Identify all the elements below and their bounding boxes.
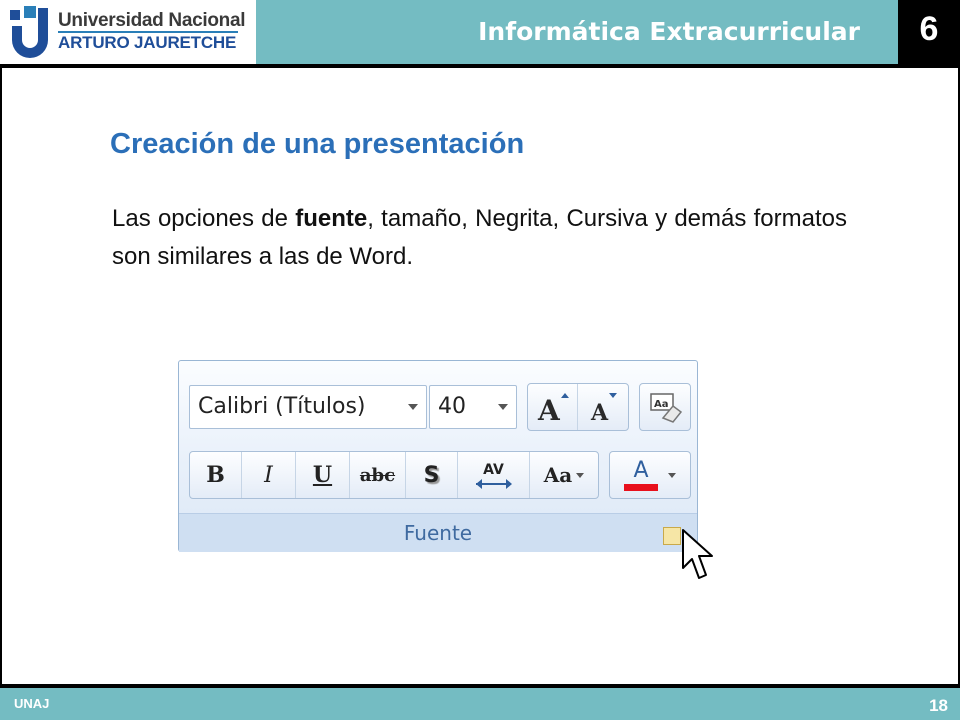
unaj-logo-icon <box>10 6 48 58</box>
logo-university-name: Universidad Nacional <box>58 10 246 31</box>
clear-formatting-button[interactable]: Aa <box>640 384 690 430</box>
font-color-label: A <box>633 458 649 483</box>
slide-title: Creación de una presentación <box>110 128 525 160</box>
font-name-combo[interactable]: Calibri (Títulos) <box>189 385 427 429</box>
svg-text:A: A <box>537 394 561 424</box>
chevron-down-icon[interactable] <box>576 472 585 478</box>
eraser-icon: Aa <box>650 393 683 423</box>
font-color-bar <box>624 484 658 491</box>
font-color-group: A <box>609 451 691 499</box>
font-ribbon-group: Calibri (Títulos) 40 A A Aa B I U abc S … <box>178 360 698 552</box>
grow-font-button[interactable]: A <box>528 384 578 430</box>
frame-left-border <box>0 64 2 684</box>
strikethrough-label: abc <box>359 464 396 486</box>
font-size-combo[interactable]: 40 <box>429 385 517 429</box>
grow-font-icon: A <box>537 393 569 424</box>
strikethrough-button[interactable]: abc <box>350 452 406 498</box>
footer-institution: UNAJ <box>14 696 50 711</box>
italic-button[interactable]: I <box>242 452 296 498</box>
italic-label: I <box>264 462 273 488</box>
dialog-launcher-icon[interactable] <box>663 527 681 545</box>
text-shadow-label: S <box>423 462 440 488</box>
bold-label: B <box>206 462 225 488</box>
clear-format-group: Aa <box>639 383 691 431</box>
slide: Universidad Nacional ARTURO JAURETCHE In… <box>0 0 960 720</box>
page-number: 18 <box>929 696 948 715</box>
shrink-font-icon: A <box>590 393 617 424</box>
text-shadow-button[interactable]: S <box>406 452 458 498</box>
bold-button[interactable]: B <box>190 452 242 498</box>
header-bar: Universidad Nacional ARTURO JAURETCHE In… <box>0 0 960 68</box>
body-text-part1: Las opciones de <box>112 205 296 232</box>
font-color-button[interactable]: A <box>610 452 690 498</box>
logo-university-subtitle: ARTURO JAURETCHE <box>58 33 237 52</box>
ribbon-group-label: Fuente <box>403 521 473 545</box>
svg-text:Aa: Aa <box>654 399 669 410</box>
university-logo: Universidad Nacional ARTURO JAURETCHE <box>0 0 256 64</box>
chevron-down-icon[interactable] <box>668 472 676 478</box>
unit-number: 6 <box>919 10 939 48</box>
body-text-bold: fuente <box>295 205 368 232</box>
grow-shrink-font-group: A A <box>527 383 629 431</box>
course-title: Informática Extracurricular <box>478 17 860 46</box>
course-title-band: Informática Extracurricular <box>256 0 898 64</box>
font-color-swatch: A <box>624 459 658 491</box>
double-arrow-icon <box>475 479 512 489</box>
change-case-label: Aa <box>543 463 573 487</box>
character-spacing-button[interactable]: AV <box>458 452 530 498</box>
svg-text:A: A <box>590 400 609 424</box>
slide-body-text: Las opciones de fuente, tamaño, Negrita,… <box>112 200 847 276</box>
character-spacing-label: AV <box>483 462 504 478</box>
mouse-pointer-icon <box>682 529 713 579</box>
underline-label: U <box>312 462 333 488</box>
underline-button[interactable]: U <box>296 452 350 498</box>
font-size-value: 40 <box>438 394 466 419</box>
chevron-down-icon[interactable] <box>498 404 508 410</box>
change-case-button[interactable]: Aa <box>530 452 598 498</box>
chevron-down-icon[interactable] <box>408 404 418 410</box>
footer-bar: UNAJ 18 <box>0 684 960 720</box>
font-name-value: Calibri (Títulos) <box>198 394 366 419</box>
font-style-group: B I U abc S AV Aa <box>189 451 599 499</box>
shrink-font-button[interactable]: A <box>578 384 628 430</box>
